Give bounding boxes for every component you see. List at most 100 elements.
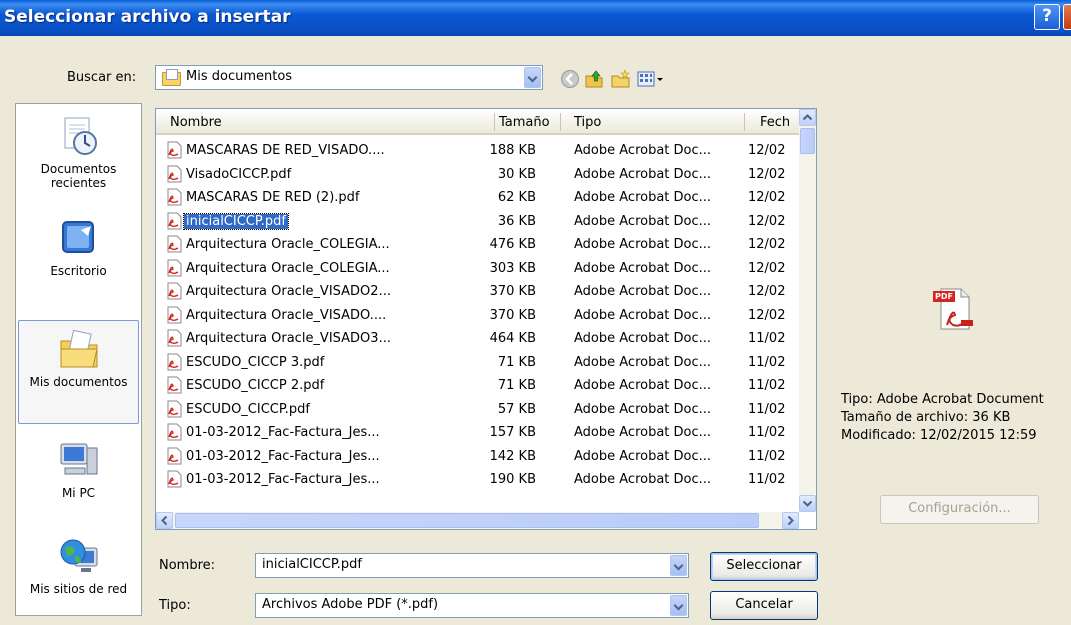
file-row[interactable]: Arquitectura Oracle_VISADO.... 370 KB Adob…	[156, 304, 800, 327]
place-my-computer[interactable]: Mi PC	[18, 438, 139, 500]
file-row[interactable]: Arquitectura Oracle_VISADO2... 370 KB Adob…	[156, 280, 800, 303]
vertical-scrollbar[interactable]	[799, 109, 816, 512]
file-row[interactable]: MASCARAS DE RED_VISADO.... 188 KB Adobe Ac…	[156, 139, 800, 162]
file-date: 11/02	[748, 448, 786, 464]
file-size: 57 KB	[497, 401, 536, 417]
desktop-icon	[57, 216, 101, 260]
file-name: ESCUDO_CICCP.pdf	[186, 401, 310, 417]
file-name: 01-03-2012_Fac-Factura_Jes...	[186, 448, 380, 464]
lookin-combo[interactable]: Mis documentos	[155, 65, 543, 90]
file-row[interactable]: inicialCICCP.pdf 36 KB Adobe Acrobat Doc..…	[156, 210, 800, 233]
pdf-file-icon	[166, 400, 182, 418]
pdf-file-icon	[166, 470, 182, 488]
file-type: Adobe Acrobat Doc...	[574, 284, 712, 299]
column-name[interactable]: Nombre	[170, 115, 222, 130]
file-name: 01-03-2012_Fac-Factura_Jes...	[186, 472, 380, 487]
file-date: 11/02	[748, 401, 786, 417]
file-row[interactable]: Arquitectura Oracle_COLEGIA... 476 KB Adob…	[156, 233, 800, 256]
horizontal-scrollbar[interactable]	[156, 512, 799, 529]
file-size: 71 KB	[497, 354, 536, 370]
file-size: 142 KB	[489, 448, 536, 464]
pdf-file-icon	[166, 235, 182, 253]
pdf-file-icon	[166, 329, 182, 347]
pdf-file-icon	[166, 259, 182, 277]
file-size: 62 KB	[497, 190, 536, 205]
file-size: 476 KB	[489, 237, 536, 252]
help-button[interactable]: ?	[1034, 4, 1060, 30]
file-row[interactable]: MASCARAS DE RED (2).pdf 62 KB Adobe Acroba…	[156, 186, 800, 209]
pdf-file-icon	[166, 165, 182, 183]
file-row[interactable]: 01-03-2012_Fac-Factura_Jes... 157 KB Adobe…	[156, 421, 800, 444]
file-date: 12/02	[748, 143, 786, 158]
file-row[interactable]: Arquitectura Oracle_VISADO3... 464 KB Adob…	[156, 327, 800, 350]
file-size: 71 KB	[497, 378, 536, 393]
pdf-file-icon	[166, 447, 182, 465]
file-name: ESCUDO_CICCP 3.pdf	[186, 354, 325, 370]
file-type: Adobe Acrobat Doc...	[574, 213, 712, 229]
hscroll-thumb[interactable]	[175, 513, 759, 528]
file-date: 12/02	[748, 213, 786, 229]
pdf-file-icon	[166, 282, 182, 300]
configuration-button[interactable]: Configuración...	[880, 495, 1039, 524]
file-type: Adobe Acrobat Doc...	[574, 331, 712, 346]
place-label: Mis documentos	[29, 375, 128, 389]
pdf-file-icon	[166, 376, 182, 394]
chevron-down-icon[interactable]	[670, 555, 687, 576]
file-type: Adobe Acrobat Doc...	[574, 354, 712, 370]
scroll-left-button[interactable]	[156, 512, 173, 529]
scroll-up-button[interactable]	[799, 109, 816, 126]
file-name: Arquitectura Oracle_COLEGIA...	[186, 260, 390, 276]
scroll-right-button[interactable]	[782, 512, 799, 529]
file-row[interactable]: Arquitectura Oracle_COLEGIA... 303 KB Adob…	[156, 257, 800, 280]
place-recent-documents[interactable]: Documentos recientes	[18, 114, 139, 190]
select-button[interactable]: Seleccionar	[710, 552, 818, 581]
place-label: Escritorio	[50, 264, 107, 278]
column-type[interactable]: Tipo	[574, 115, 601, 130]
file-date: 12/02	[748, 260, 786, 276]
column-size[interactable]: Tamaño	[499, 115, 550, 130]
file-type: Adobe Acrobat Doc...	[574, 472, 712, 487]
file-row[interactable]: ESCUDO_CICCP 3.pdf 71 KB Adobe Acrobat Doc…	[156, 351, 800, 374]
column-date[interactable]: Fech	[760, 115, 790, 130]
chevron-down-icon[interactable]	[670, 595, 687, 616]
recent-documents-icon	[57, 114, 101, 158]
file-row[interactable]: 01-03-2012_Fac-Factura_Jes... 190 KB Adobe…	[156, 468, 800, 491]
view-menu-icon[interactable]	[636, 68, 666, 90]
file-row[interactable]: 01-03-2012_Fac-Factura_Jes... 142 KB Adobe…	[156, 445, 800, 468]
file-list[interactable]: Nombre Tamaño Tipo Fech MASCARAS DE RED_…	[155, 108, 817, 530]
scroll-down-button[interactable]	[799, 495, 816, 512]
file-name: MASCARAS DE RED (2).pdf	[186, 190, 360, 205]
file-row[interactable]: ESCUDO_CICCP.pdf 57 KB Adobe Acrobat Doc..…	[156, 398, 800, 421]
back-icon[interactable]	[559, 68, 581, 90]
file-type: Adobe Acrobat Doc...	[574, 166, 712, 182]
file-type: Adobe Acrobat Doc...	[574, 237, 712, 252]
file-type: Adobe Acrobat Doc...	[574, 307, 712, 323]
file-size: 370 KB	[489, 284, 536, 299]
file-date: 12/02	[748, 284, 786, 299]
my-computer-icon	[57, 438, 101, 482]
pdf-file-icon	[166, 353, 182, 371]
filetype-label: Tipo:	[159, 598, 191, 613]
file-row[interactable]: ESCUDO_CICCP 2.pdf 71 KB Adobe Acrobat Doc…	[156, 374, 800, 397]
close-button[interactable]	[1063, 4, 1071, 30]
window-title: Seleccionar archivo a insertar	[4, 7, 291, 27]
file-date: 11/02	[748, 378, 786, 393]
place-desktop[interactable]: Escritorio	[18, 216, 139, 278]
file-info: Tipo: Adobe Acrobat Document Tamaño de a…	[841, 391, 1044, 445]
cancel-button[interactable]: Cancelar	[710, 591, 818, 620]
filetype-value: Archivos Adobe PDF (*.pdf)	[262, 597, 439, 612]
file-row[interactable]: VisadoCICCP.pdf 30 KB Adobe Acrobat Doc...…	[156, 163, 800, 186]
scroll-thumb[interactable]	[800, 128, 815, 154]
chevron-down-icon[interactable]	[524, 67, 541, 88]
filename-value: inicialCICCP.pdf	[262, 557, 362, 572]
file-date: 12/02	[748, 166, 786, 182]
place-network[interactable]: Mis sitios de red	[18, 534, 139, 596]
filetype-select[interactable]: Archivos Adobe PDF (*.pdf)	[255, 593, 689, 618]
place-my-documents[interactable]: Mis documentos	[18, 320, 139, 424]
file-type: Adobe Acrobat Doc...	[574, 425, 712, 440]
file-size: 30 KB	[497, 166, 536, 182]
title-bar: Seleccionar archivo a insertar ?	[0, 0, 1071, 36]
filename-input[interactable]: inicialCICCP.pdf	[255, 553, 689, 578]
up-folder-icon[interactable]	[583, 68, 605, 90]
new-folder-icon[interactable]	[610, 68, 632, 90]
